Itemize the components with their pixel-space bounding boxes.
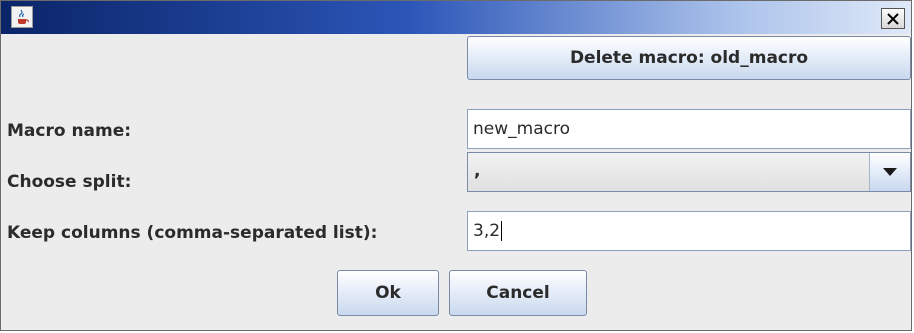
split-selected-value: , bbox=[474, 161, 481, 181]
keep-columns-value: 3,2 bbox=[473, 221, 501, 241]
macro-name-input[interactable]: new_macro bbox=[467, 109, 911, 149]
chevron-down-icon bbox=[883, 168, 897, 176]
dialog-content: Delete macro: old_macro Macro name: new_… bbox=[1, 34, 911, 330]
keep-columns-input[interactable]: 3,2 bbox=[467, 211, 911, 251]
macro-name-value: new_macro bbox=[473, 119, 570, 139]
choose-split-label: Choose split: bbox=[7, 172, 132, 192]
split-dropdown[interactable]: , bbox=[467, 152, 911, 192]
java-coffee-icon bbox=[11, 6, 33, 28]
delete-macro-button[interactable]: Delete macro: old_macro bbox=[467, 36, 911, 80]
dropdown-arrow-button[interactable] bbox=[869, 153, 910, 191]
macro-name-label: Macro name: bbox=[7, 121, 132, 141]
dialog-window: Delete macro: old_macro Macro name: new_… bbox=[0, 0, 912, 331]
close-button[interactable] bbox=[881, 8, 905, 29]
ok-button[interactable]: Ok bbox=[337, 270, 439, 316]
text-caret bbox=[501, 221, 503, 241]
keep-columns-label: Keep columns (comma-separated list): bbox=[7, 223, 378, 243]
cancel-button[interactable]: Cancel bbox=[449, 270, 587, 316]
close-x-icon bbox=[887, 12, 899, 25]
title-bar[interactable] bbox=[1, 1, 911, 34]
